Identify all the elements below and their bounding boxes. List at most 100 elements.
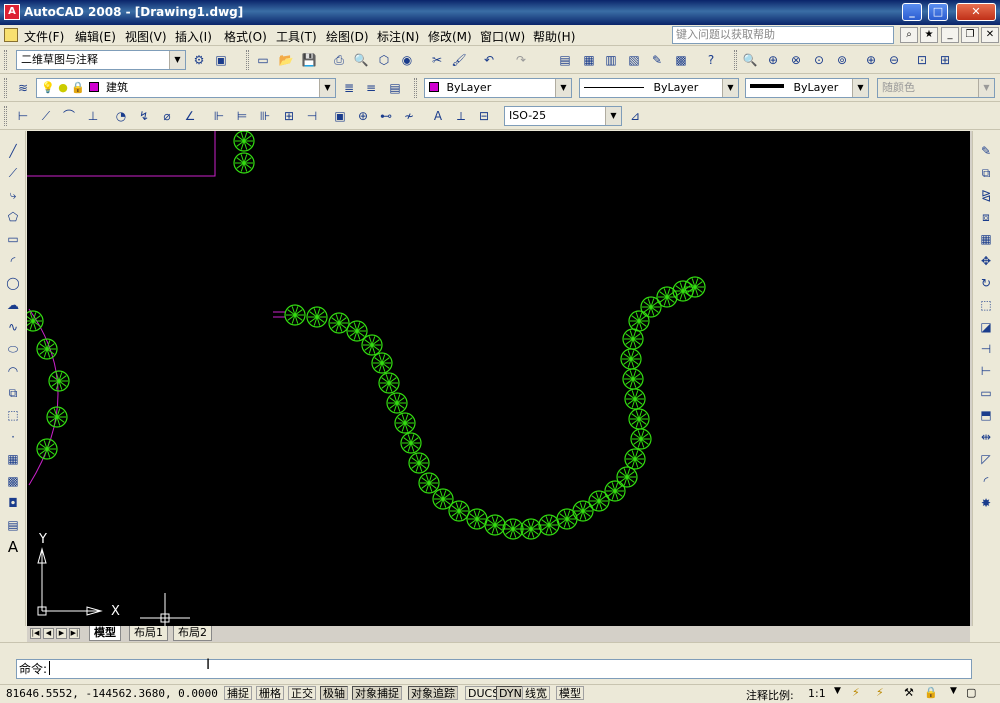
last-tab-icon[interactable]: ▶| <box>69 628 80 639</box>
mirror-icon[interactable]: ⧎ <box>976 185 996 205</box>
plot-icon[interactable]: ⎙ <box>330 51 348 69</box>
tolerance-icon[interactable]: ▣ <box>331 107 349 125</box>
multiline-text-icon[interactable]: A <box>3 537 23 557</box>
workspace-select[interactable]: 二维草图与注释 ▼ <box>16 50 186 70</box>
menu-insert[interactable]: 插入(I) <box>175 28 212 45</box>
move-icon[interactable]: ✥ <box>976 251 996 271</box>
dim-radius-icon[interactable]: ◔ <box>112 107 130 125</box>
lineweight-toggle[interactable]: 线宽 <box>522 686 550 700</box>
spline-icon[interactable]: ∿ <box>3 317 23 337</box>
clean-screen-icon[interactable]: ▢ <box>966 686 976 699</box>
toolbar-grip[interactable] <box>4 78 7 98</box>
dim-continue-icon[interactable]: ⊪ <box>256 107 274 125</box>
menu-tools[interactable]: 工具(T) <box>276 28 317 45</box>
color-select[interactable]: ByLayer ▼ <box>424 78 572 98</box>
center-mark-icon[interactable]: ⊕ <box>354 107 372 125</box>
stretch-icon[interactable]: ◪ <box>976 317 996 337</box>
osnap-toggle[interactable]: 对象捕捉 <box>352 686 402 700</box>
search-icon[interactable]: ⌕ <box>900 27 918 43</box>
zoom-in-icon[interactable]: ⊕ <box>862 51 880 69</box>
cursor-coordinates[interactable]: 81646.5552, -144562.3680, 0.0000 <box>6 687 218 700</box>
menu-edit[interactable]: 编辑(E) <box>75 28 116 45</box>
favorites-star-icon[interactable]: ★ <box>920 27 938 43</box>
point-icon[interactable]: · <box>3 427 23 447</box>
layer-manager-icon[interactable]: ≋ <box>14 79 32 97</box>
dim-ordinate-icon[interactable]: ⊥ <box>84 107 102 125</box>
zoom-scale-icon[interactable]: ⊚ <box>833 51 851 69</box>
menu-help[interactable]: 帮助(H) <box>533 28 575 45</box>
array-icon[interactable]: ▦ <box>976 229 996 249</box>
command-input[interactable]: 命令: <box>16 659 972 679</box>
menu-format[interactable]: 格式(O) <box>224 28 267 45</box>
toolbar-grip[interactable] <box>734 50 737 70</box>
extend-icon[interactable]: ⊢ <box>976 361 996 381</box>
fillet-icon[interactable]: ◜ <box>976 471 996 491</box>
dyn-toggle[interactable]: DYN <box>496 686 525 700</box>
ortho-toggle[interactable]: 正交 <box>288 686 316 700</box>
explode-icon[interactable]: ✸ <box>976 493 996 513</box>
dim-space-icon[interactable]: ⊞ <box>280 107 298 125</box>
zoom-previous-icon[interactable]: ⊗ <box>787 51 805 69</box>
redo-icon[interactable]: ↷ <box>512 51 530 69</box>
otrack-toggle[interactable]: 对象追踪 <box>408 686 458 700</box>
revision-cloud-icon[interactable]: ☁ <box>3 295 23 315</box>
dimstyle-select[interactable]: ISO-25 ▼ <box>504 106 622 126</box>
dim-aligned-icon[interactable]: ⟋ <box>37 107 55 125</box>
make-current-layer-icon[interactable]: ≣ <box>340 79 358 97</box>
zoom-out-icon[interactable]: ⊖ <box>885 51 903 69</box>
tab-layout2[interactable]: 布局2 <box>173 626 212 641</box>
tab-layout1[interactable]: 布局1 <box>129 626 168 641</box>
dim-diameter-icon[interactable]: ⌀ <box>158 107 176 125</box>
dim-jogged-icon[interactable]: ↯ <box>135 107 153 125</box>
autocad-app-icon[interactable]: A <box>4 4 20 20</box>
maximize-button[interactable]: □ <box>928 3 948 21</box>
help-search-input[interactable]: 键入问题以获取帮助 <box>672 26 894 44</box>
chevron-down-icon[interactable]: ▼ <box>722 79 738 97</box>
rectangle-icon[interactable]: ▭ <box>3 229 23 249</box>
new-file-icon[interactable]: ▭ <box>254 51 272 69</box>
grid-toggle[interactable]: 栅格 <box>256 686 284 700</box>
zoom-all-icon[interactable]: ⊡ <box>913 51 931 69</box>
menu-draw[interactable]: 绘图(D) <box>326 28 369 45</box>
save-icon[interactable]: 💾 <box>300 51 318 69</box>
menu-file[interactable]: 文件(F) <box>24 28 64 45</box>
3d-dwf-icon[interactable]: ◉ <box>398 51 416 69</box>
zoom-realtime-icon[interactable]: 🔍 <box>741 51 759 69</box>
dim-style-icon[interactable]: ⊿ <box>626 107 644 125</box>
polyline-icon[interactable]: ⤷ <box>3 185 23 205</box>
polar-toggle[interactable]: 极轴 <box>320 686 348 700</box>
insert-block-icon[interactable]: ⧉ <box>3 383 23 403</box>
hatch-icon[interactable]: ▦ <box>3 449 23 469</box>
dim-break-icon[interactable]: ⊣ <box>303 107 321 125</box>
linetype-select[interactable]: ByLayer ▼ <box>579 78 739 98</box>
chevron-down-icon[interactable]: ▼ <box>834 686 841 696</box>
chamfer-icon[interactable]: ◸ <box>976 449 996 469</box>
break-at-point-icon[interactable]: ▭ <box>976 383 996 403</box>
plotstyle-select[interactable]: 随颜色 ▼ <box>877 78 995 98</box>
match-properties-icon[interactable]: 🖌 <box>450 51 468 69</box>
chevron-down-icon[interactable]: ▼ <box>555 79 571 97</box>
menu-window[interactable]: 窗口(W) <box>480 28 525 45</box>
ellipse-arc-icon[interactable]: ◠ <box>3 361 23 381</box>
break-icon[interactable]: ⬒ <box>976 405 996 425</box>
dim-text-edit-icon[interactable]: ⟂ <box>452 107 470 125</box>
toolbar-grip[interactable] <box>246 50 249 70</box>
chevron-down-icon[interactable]: ▼ <box>169 51 185 69</box>
make-block-icon[interactable]: ⬚ <box>3 405 23 425</box>
join-icon[interactable]: ⇹ <box>976 427 996 447</box>
tab-model[interactable]: 模型 <box>89 626 121 641</box>
layer-select[interactable]: 💡 ● 🔒 建筑 ▼ <box>36 78 336 98</box>
trim-icon[interactable]: ⊣ <box>976 339 996 359</box>
properties-icon[interactable]: ▤ <box>556 51 574 69</box>
quick-dim-icon[interactable]: ⊩ <box>210 107 228 125</box>
plot-preview-icon[interactable]: 🔍 <box>352 51 370 69</box>
calculator-icon[interactable]: ▩ <box>672 51 690 69</box>
zoom-window-icon[interactable]: ⊕ <box>764 51 782 69</box>
drawing-canvas[interactable]: Y X <box>22 130 970 626</box>
doc-restore-button[interactable]: ❐ <box>961 27 979 43</box>
minimize-button[interactable]: _ <box>902 3 922 21</box>
menu-view[interactable]: 视图(V) <box>125 28 167 45</box>
circle-icon[interactable]: ◯ <box>3 273 23 293</box>
cut-icon[interactable]: ✂ <box>428 51 446 69</box>
snap-toggle[interactable]: 捕捉 <box>224 686 252 700</box>
